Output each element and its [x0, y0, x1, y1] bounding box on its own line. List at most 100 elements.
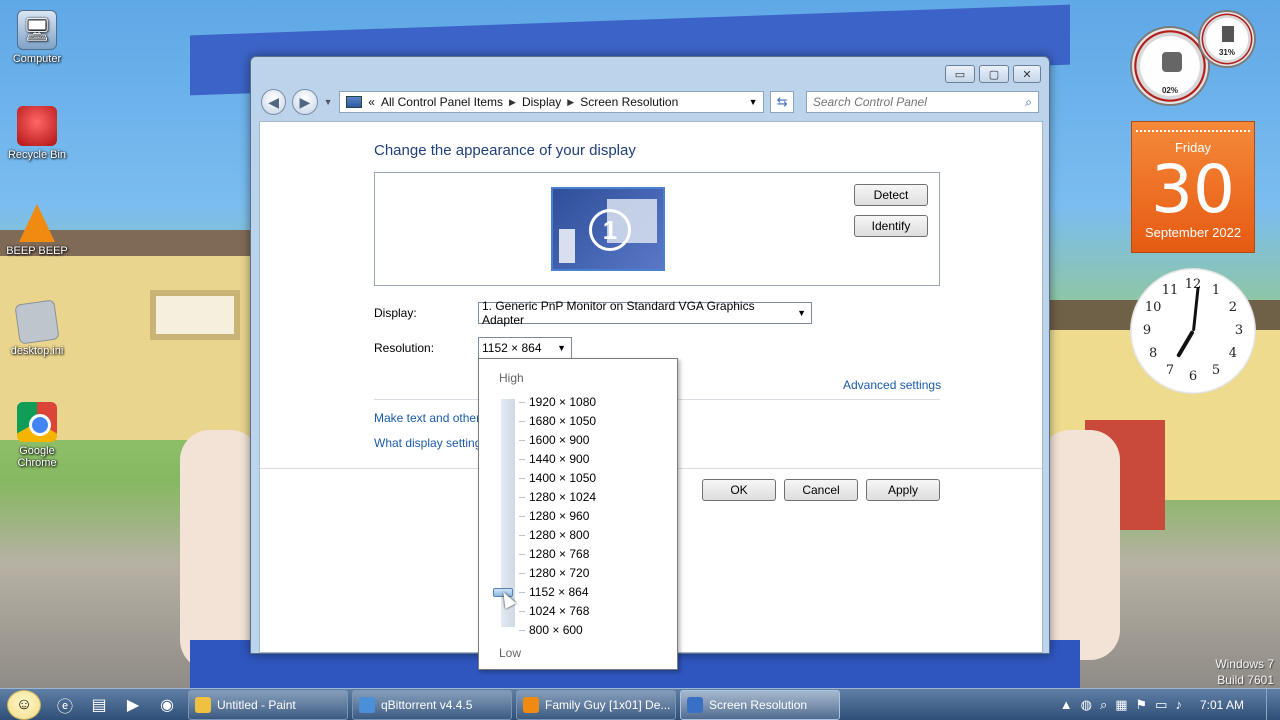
- resolution-label: Resolution:: [374, 341, 435, 355]
- apply-button[interactable]: Apply: [866, 479, 940, 501]
- desktop-icon-label: Computer: [12, 53, 62, 65]
- forward-button[interactable]: ▶: [292, 89, 318, 115]
- resolution-option[interactable]: 1280 × 1024: [529, 490, 596, 504]
- action-center-flag-icon[interactable]: ⚑: [1136, 697, 1148, 713]
- desktop-icon-recycle-bin[interactable]: Recycle Bin: [0, 106, 74, 161]
- monitor-thumbnail[interactable]: 1: [551, 187, 665, 271]
- make-text-larger-link[interactable]: Make text and other: [374, 411, 480, 425]
- maximize-button[interactable]: ▢: [979, 65, 1009, 83]
- taskbar-task-label: Untitled - Paint: [217, 697, 296, 712]
- slider-tick: [519, 478, 525, 479]
- resolution-option[interactable]: 800 × 600: [529, 623, 583, 637]
- advanced-settings-link[interactable]: Advanced settings: [843, 378, 941, 392]
- internet-explorer-icon[interactable]: ⓔ: [48, 689, 82, 720]
- taskbar-task[interactable]: Untitled - Paint: [188, 689, 348, 720]
- resolution-option[interactable]: 1024 × 768: [529, 604, 589, 618]
- recent-pages-dropdown-icon[interactable]: ▼: [324, 97, 334, 107]
- low-label: Low: [499, 646, 522, 660]
- vlc-tray-icon[interactable]: ▲: [1060, 697, 1073, 712]
- file-explorer-icon[interactable]: ▤: [82, 689, 116, 720]
- qbittorrent-tray-icon[interactable]: ◍: [1081, 697, 1092, 713]
- taskbar-clock[interactable]: 7:01 AM: [1200, 698, 1244, 712]
- display-select[interactable]: 1. Generic PnP Monitor on Standard VGA G…: [478, 299, 812, 327]
- breadcrumb-all-control-panel-items[interactable]: All Control Panel Items: [381, 95, 503, 109]
- taskbar-task[interactable]: Screen Resolution: [680, 689, 840, 720]
- taskbar: ☺ ⓔ ▤ ▶ ◉ Untitled - Paint qBittorrent v4…: [0, 688, 1280, 720]
- show-desktop-button[interactable]: [1266, 688, 1280, 720]
- resolution-option[interactable]: 1280 × 768: [529, 547, 589, 561]
- resolution-option[interactable]: 1680 × 1050: [529, 414, 596, 428]
- watermark-line2: Build 7601: [1217, 673, 1274, 687]
- resolution-option[interactable]: 1440 × 900: [529, 452, 589, 466]
- identify-button[interactable]: Identify: [854, 215, 928, 237]
- ok-button[interactable]: OK: [702, 479, 776, 501]
- resolution-option[interactable]: 1280 × 800: [529, 528, 589, 542]
- desktop-icon-computer[interactable]: 🖥 Computer: [0, 10, 74, 65]
- search-icon[interactable]: ⌕: [1025, 95, 1032, 110]
- calendar-gadget[interactable]: Friday 30 September 2022: [1131, 121, 1255, 253]
- volume-icon[interactable]: ♪: [1175, 697, 1182, 712]
- search-tray-icon[interactable]: ⌕: [1100, 697, 1107, 713]
- start-orb-icon: ☺: [7, 689, 41, 720]
- desktop-icon-beep-beep[interactable]: BEEP BEEP: [0, 204, 74, 257]
- computer-icon: 🖥: [17, 10, 57, 50]
- clock-number: 8: [1149, 346, 1158, 361]
- chrome-taskbar-icon[interactable]: ◉: [150, 689, 184, 720]
- refresh-button[interactable]: ⇆: [770, 91, 794, 113]
- slider-tick: [519, 554, 525, 555]
- vlc-icon: [523, 696, 539, 713]
- media-player-icon[interactable]: ▶: [116, 689, 150, 720]
- high-label: High: [499, 371, 524, 385]
- resolution-option[interactable]: 1600 × 900: [529, 433, 589, 447]
- breadcrumb-separator-icon[interactable]: ▶: [509, 97, 516, 108]
- breadcrumb-overflow[interactable]: «: [368, 95, 375, 109]
- clock-minute-hand: [1191, 287, 1200, 332]
- resolution-option[interactable]: 1400 × 1050: [529, 471, 596, 485]
- slider-tick: [519, 535, 525, 536]
- resolution-option[interactable]: 1920 × 1080: [529, 395, 596, 409]
- desktop-icon-label: desktop.ini: [10, 345, 64, 357]
- clock-gadget[interactable]: 12 1 2 3 4 5 6 7 8 9 10 11: [1130, 268, 1256, 394]
- what-display-settings-link[interactable]: What display setting: [374, 436, 481, 450]
- close-button[interactable]: ✕: [1013, 65, 1041, 83]
- back-button[interactable]: ◀: [261, 89, 287, 115]
- vlc-cone-icon: [19, 204, 55, 242]
- desktop-icon-google-chrome[interactable]: Google Chrome: [0, 402, 74, 469]
- resolution-option[interactable]: 1280 × 720: [529, 566, 589, 580]
- page-title: Change the appearance of your display: [374, 142, 636, 159]
- resolution-select-value: 1152 × 864: [482, 341, 542, 355]
- display-select-value: 1. Generic PnP Monitor on Standard VGA G…: [482, 299, 755, 327]
- breadcrumb-display[interactable]: Display: [522, 95, 561, 109]
- resolution-option[interactable]: 1280 × 960: [529, 509, 589, 523]
- desktop-icon-label: Recycle Bin: [7, 149, 67, 161]
- paint-icon: [195, 696, 211, 713]
- taskbar-task-label: Screen Resolution: [709, 697, 808, 712]
- start-button[interactable]: ☺: [0, 689, 48, 720]
- qbittorrent-icon: [359, 696, 375, 713]
- address-dropdown-icon[interactable]: ▼: [749, 97, 758, 107]
- taskbar-task-label: qBittorrent v4.4.5: [381, 697, 473, 712]
- cancel-button[interactable]: Cancel: [784, 479, 858, 501]
- cpu-percent: 02%: [1161, 86, 1178, 95]
- taskbar-task[interactable]: qBittorrent v4.4.5: [352, 689, 512, 720]
- resolution-select[interactable]: 1152 × 864 ▼: [478, 337, 572, 359]
- chrome-icon: [17, 402, 57, 442]
- taskbar-task[interactable]: Family Guy [1x01] De...: [516, 689, 676, 720]
- resolution-option[interactable]: 1152 × 864: [529, 585, 589, 599]
- desktop-icon-desktop-ini[interactable]: desktop.ini: [0, 299, 74, 357]
- network-tray-icon[interactable]: ▦: [1115, 697, 1127, 713]
- search-box[interactable]: ⌕: [805, 91, 1040, 113]
- slider-tick: [519, 573, 525, 574]
- cpu-meter-gadget[interactable]: 02% 31%: [1130, 10, 1270, 106]
- clock-number: 5: [1211, 362, 1221, 378]
- detect-button[interactable]: Detect: [854, 184, 928, 206]
- resolution-dropdown-popup: High 1920 × 1080 1680 × 1050 1600 × 900 144…: [478, 358, 678, 670]
- monitor-tray-icon[interactable]: ▭: [1155, 697, 1167, 713]
- system-tray: ▲ ◍ ⌕ ▦ ⚑ ▭ ♪ 7:01 AM: [1060, 697, 1266, 713]
- address-bar[interactable]: « All Control Panel Items ▶ Display ▶ Sc…: [339, 91, 765, 113]
- minimize-button[interactable]: ▭: [945, 65, 975, 83]
- control-panel-icon: [346, 96, 363, 108]
- breadcrumb-separator-icon[interactable]: ▶: [567, 97, 574, 108]
- search-input[interactable]: [812, 95, 1013, 109]
- breadcrumb-screen-resolution[interactable]: Screen Resolution: [580, 95, 678, 109]
